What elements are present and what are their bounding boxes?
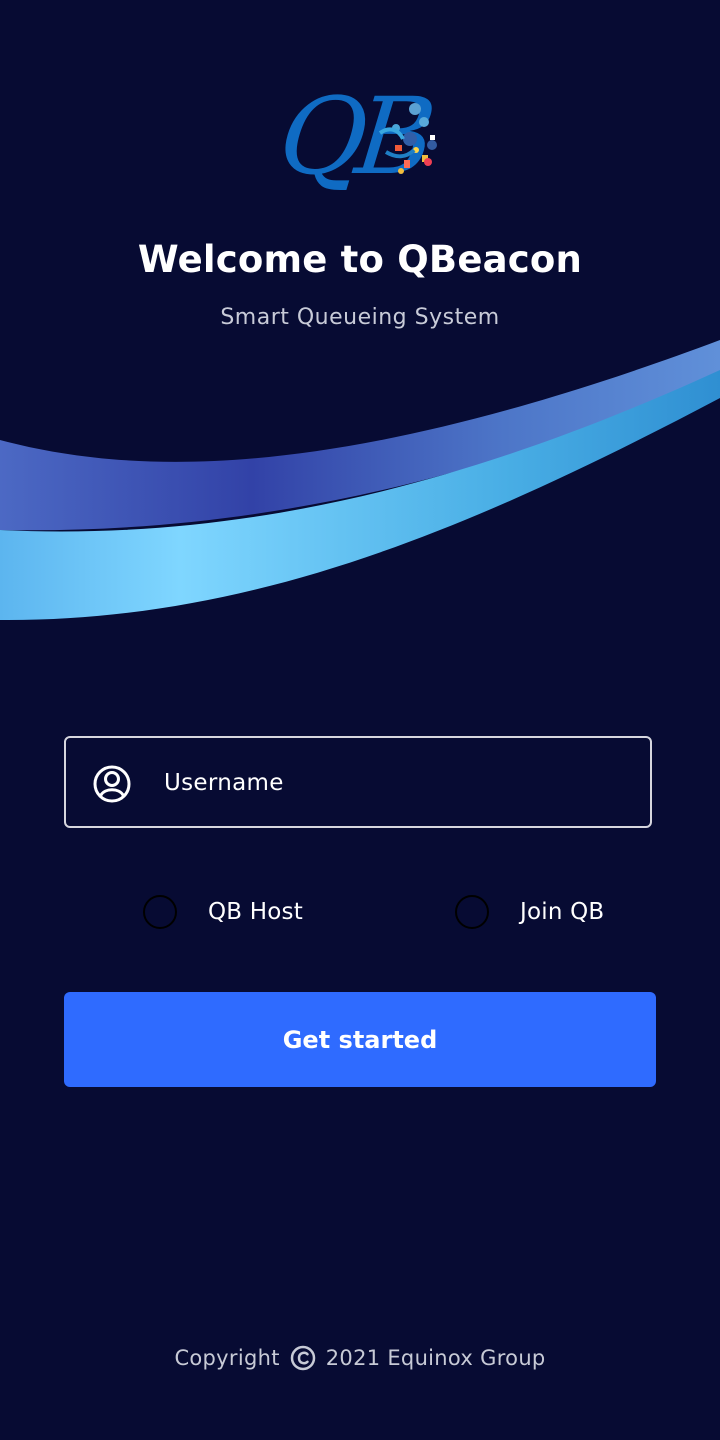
- get-started-button[interactable]: Get started: [64, 992, 656, 1087]
- qb-host-option[interactable]: QB Host: [143, 894, 303, 930]
- join-qb-option[interactable]: Join QB: [455, 894, 604, 930]
- logo-icon: [378, 103, 437, 174]
- decorative-wave: [0, 340, 720, 621]
- join-qb-radio[interactable]: [455, 895, 489, 929]
- username-field[interactable]: [64, 736, 652, 828]
- user-icon: [93, 765, 131, 803]
- welcome-screen: QB Welcome to QBeacon Smart Queueing Sys…: [0, 0, 720, 1440]
- page-subtitle: Smart Queueing System: [220, 305, 500, 330]
- qb-host-radio[interactable]: [143, 895, 177, 929]
- username-input[interactable]: [162, 758, 626, 808]
- app-logo: QB: [274, 75, 448, 212]
- copyright-text: 2021 Equinox Group: [325, 1346, 546, 1370]
- join-qb-label: Join QB: [520, 899, 605, 925]
- copyright-footer: Copyright 2021 Equinox Group: [0, 1344, 720, 1372]
- copyright-icon: [290, 1345, 315, 1371]
- qb-host-label: QB Host: [208, 899, 303, 925]
- copyright-prefix: Copyright: [174, 1346, 280, 1370]
- page-title: Welcome to QBeacon: [137, 238, 583, 281]
